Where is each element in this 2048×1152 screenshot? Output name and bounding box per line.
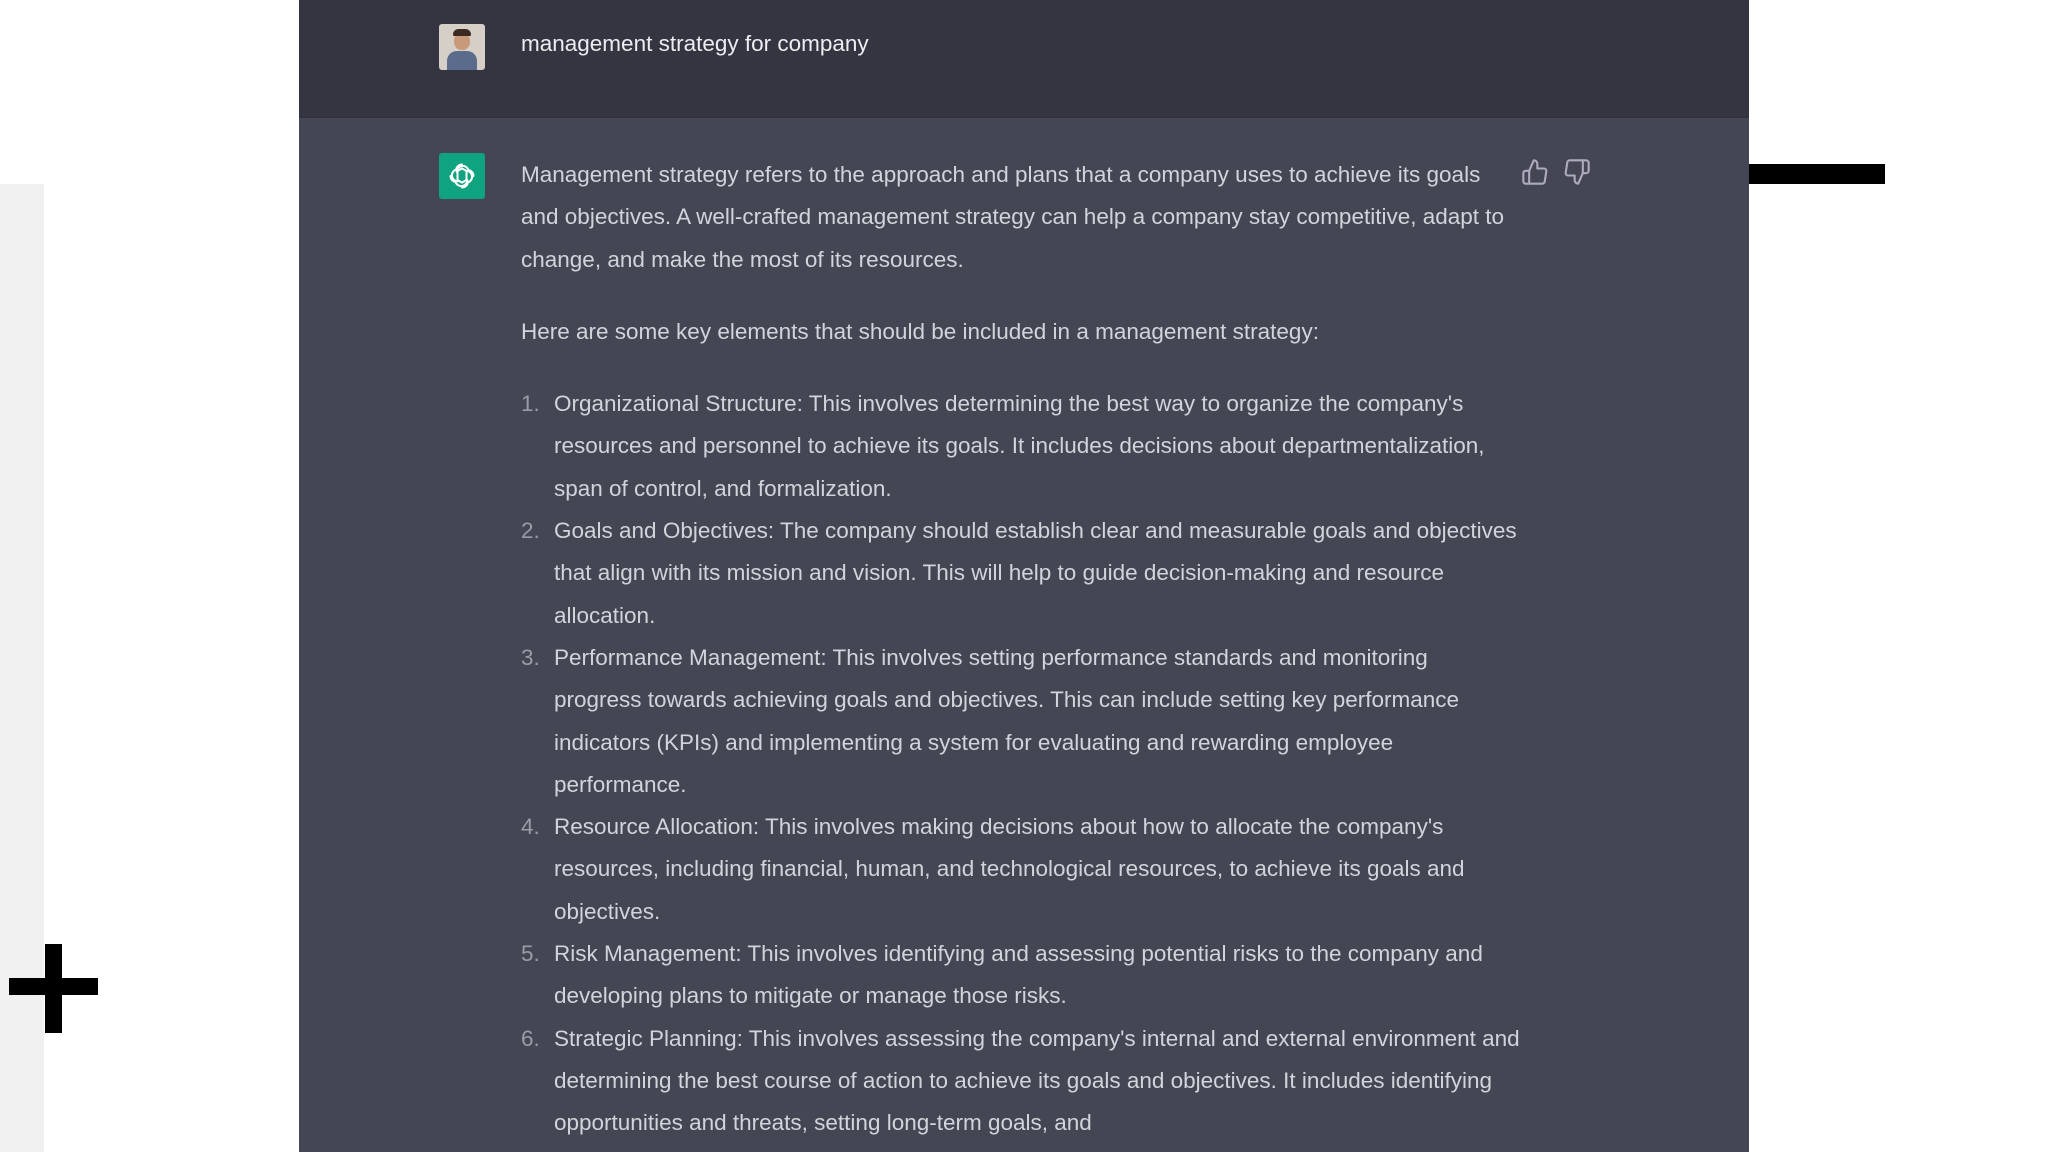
plus-icon[interactable] <box>9 944 98 1033</box>
list-item: 6. Strategic Planning: This involves asse… <box>521 1018 1521 1145</box>
thumbs-up-icon <box>1522 159 1548 185</box>
list-item-text: Goals and Objectives: The company should… <box>554 518 1517 628</box>
plus-icon-vertical <box>45 944 62 1033</box>
thumbs-down-button[interactable] <box>1563 158 1591 186</box>
list-item-text: Strategic Planning: This involves assess… <box>554 1025 1520 1136</box>
page: management strategy for company Manageme… <box>0 0 2048 1152</box>
list-item-number: 1. <box>521 391 540 417</box>
user-message-row: management strategy for company <box>299 0 1749 118</box>
user-avatar <box>439 24 485 70</box>
response-intro: Management strategy refers to the approa… <box>521 162 1505 272</box>
key-elements-list: 1. Organizational Structure: This involve… <box>521 383 1521 1144</box>
response-lead-in: Here are some key elements that should b… <box>521 318 1319 344</box>
list-item-number: 3. <box>521 644 540 670</box>
list-item: 1. Organizational Structure: This involve… <box>521 383 1521 510</box>
thumbs-up-button[interactable] <box>1521 158 1549 186</box>
list-item-number: 2. <box>521 518 540 544</box>
list-item: 2. Goals and Objectives: The company shou… <box>521 510 1521 637</box>
list-item-text: Performance Management: This involves se… <box>554 644 1460 797</box>
list-item-number: 6. <box>521 1025 540 1051</box>
list-item-text: Risk Management: This involves identifyi… <box>554 941 1483 1009</box>
user-message-text: management strategy for company <box>521 31 869 56</box>
list-item-text: Resource Allocation: This involves makin… <box>554 814 1465 924</box>
list-item-number: 4. <box>521 814 540 840</box>
list-item: 5. Risk Management: This involves identif… <box>521 933 1521 1018</box>
list-item: 4. Resource Allocation: This involves mak… <box>521 806 1521 933</box>
list-item: 3. Performance Management: This involves … <box>521 637 1521 806</box>
avatar-shirt <box>447 51 477 70</box>
openai-logo-icon <box>449 163 475 189</box>
list-item-text: Organizational Structure: This involves … <box>554 391 1485 501</box>
avatar-hair <box>453 29 471 36</box>
thumbs-down-icon <box>1564 159 1590 185</box>
assistant-avatar <box>439 153 485 199</box>
assistant-response: Management strategy refers to the approa… <box>521 154 1521 1145</box>
black-bar-marker <box>1749 164 1885 184</box>
list-item-number: 5. <box>521 941 540 967</box>
chat-thread: management strategy for company Manageme… <box>299 0 1749 1152</box>
